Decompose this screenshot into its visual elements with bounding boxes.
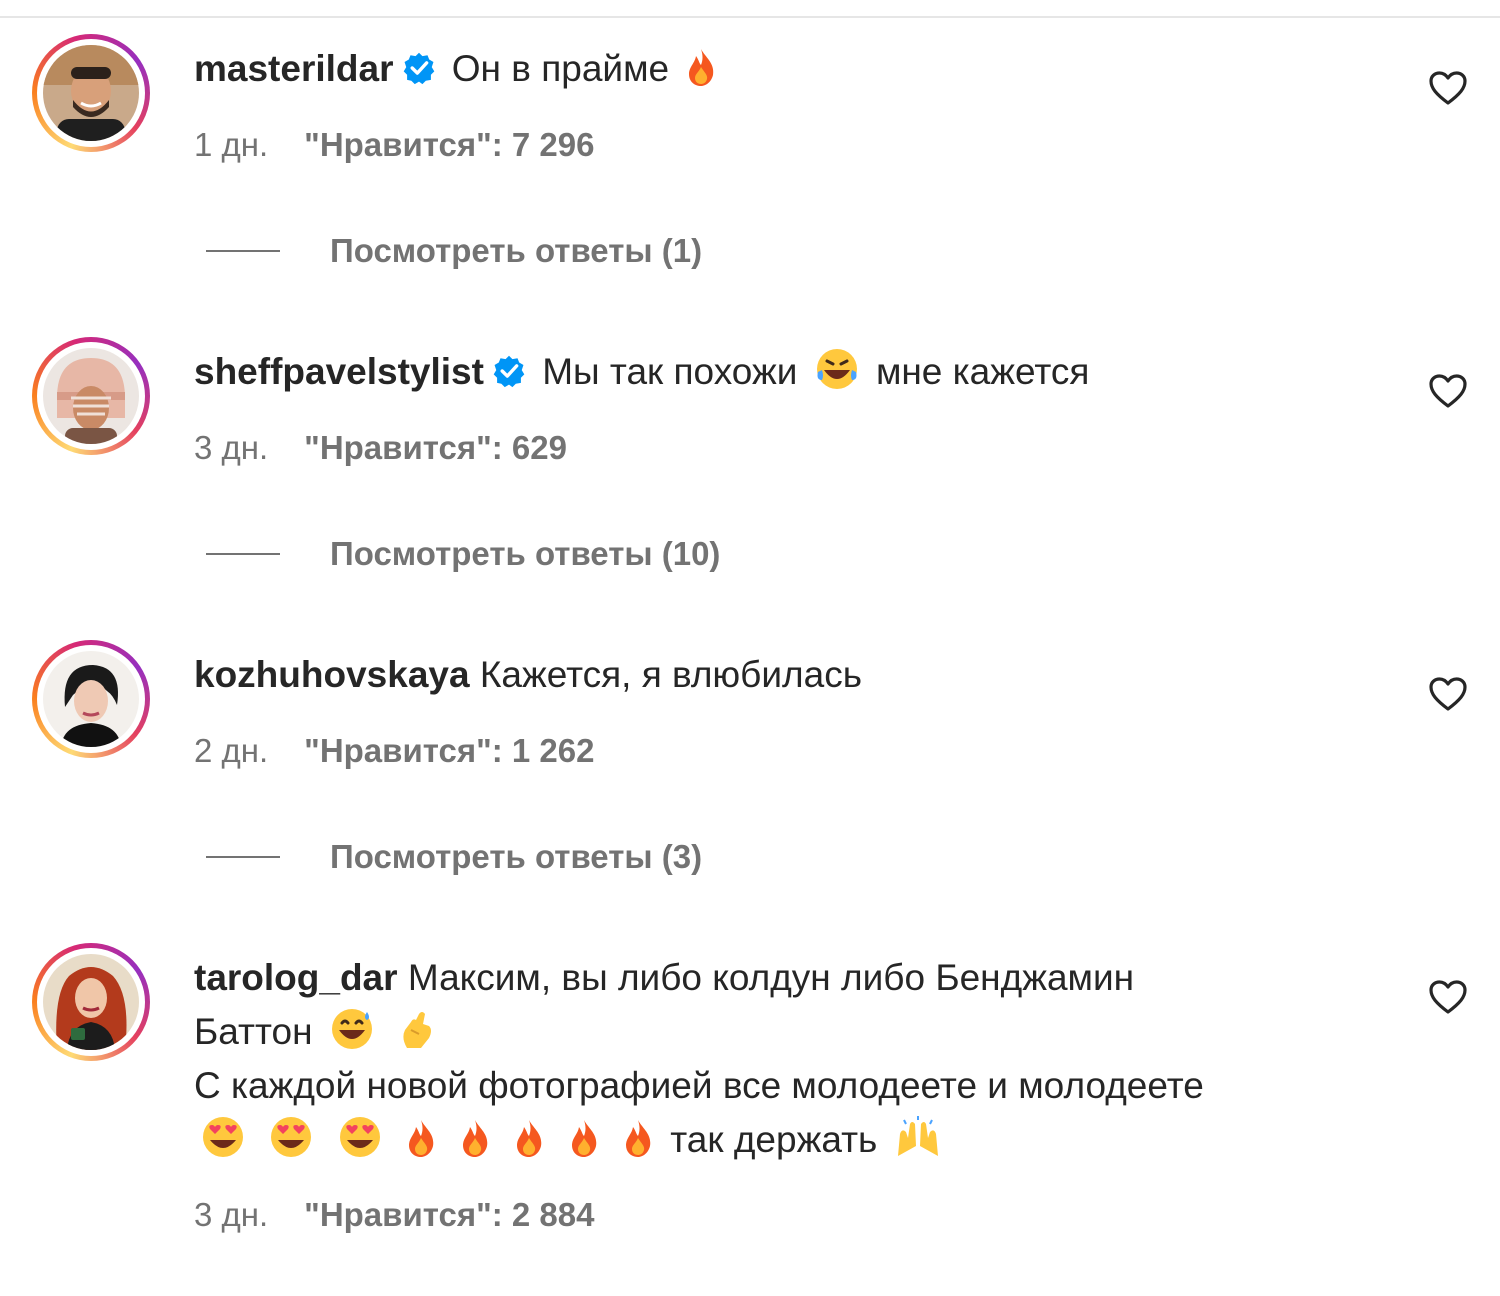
avatar-photo-icon	[43, 348, 139, 444]
comment-text: masterildar Он в прайме	[194, 42, 1374, 96]
comment-message-line-3: С каждой новой фотографией все молодеете…	[194, 1065, 1204, 1106]
comment-message-start: Мы так похожи	[542, 351, 798, 392]
comment-message-line-2: Баттон	[194, 1011, 313, 1052]
like-heart-icon[interactable]	[1428, 979, 1468, 1015]
view-replies-label: Посмотреть ответы (1)	[330, 232, 703, 269]
comment-text: sheffpavelstylist Мы так похожи мне каже…	[194, 345, 1374, 399]
view-replies-button[interactable]: Посмотреть ответы (10)	[206, 535, 720, 573]
likes-count[interactable]: "Нравится": 629	[304, 429, 567, 466]
avatar-photo-icon	[43, 651, 139, 747]
fire-emoji-icon	[689, 49, 714, 86]
comment-time[interactable]: 3 дн.	[194, 429, 268, 466]
likes-count[interactable]: "Нравится": 1 262	[304, 732, 594, 769]
fire-emoji-icon	[625, 1120, 651, 1157]
grinning-sweat-emoji-icon	[331, 1009, 372, 1049]
heart-eyes-emoji-icon	[339, 1117, 380, 1157]
avatar[interactable]	[32, 640, 150, 758]
comment-message-end: мне кажется	[875, 351, 1090, 392]
username[interactable]: masterildar	[194, 48, 394, 89]
like-heart-icon[interactable]	[1428, 373, 1468, 409]
raising-hands-emoji-icon	[897, 1116, 938, 1156]
replies-divider-line	[206, 553, 280, 555]
finger-heart-emoji-icon	[403, 1012, 432, 1048]
view-replies-label: Посмотреть ответы (3)	[330, 838, 703, 875]
replies-divider-line	[206, 250, 280, 252]
heart-eyes-emoji-icon	[203, 1117, 243, 1157]
comment-text: kozhuhovskaya Кажется, я влюбилась	[194, 648, 1374, 702]
fire-emoji-icon	[408, 1120, 434, 1157]
fire-emoji-icon	[463, 1120, 488, 1157]
avatar-photo-icon	[43, 954, 139, 1050]
comment-message-line-1: Максим, вы либо колдун либо Бенджамин	[407, 957, 1135, 998]
view-replies-button[interactable]: Посмотреть ответы (3)	[206, 838, 702, 876]
comment-meta: 3 дн. "Нравится": 629	[194, 429, 567, 467]
view-replies-button[interactable]: Посмотреть ответы (1)	[206, 232, 702, 270]
avatar[interactable]	[32, 943, 150, 1061]
comment-meta: 1 дн. "Нравится": 7 296	[194, 126, 594, 164]
comment-meta: 3 дн. "Нравится": 2 884	[194, 1196, 594, 1234]
comment-text: tarolog_dar Максим, вы либо колдун либо …	[194, 951, 1374, 1167]
laughing-tears-emoji-icon	[816, 349, 857, 389]
verified-badge-icon	[403, 52, 434, 85]
view-replies-label: Посмотреть ответы (10)	[330, 535, 721, 572]
comment-message-line-4: так держать	[670, 1119, 878, 1160]
comment-time[interactable]: 3 дн.	[194, 1196, 268, 1233]
fire-emoji-icon	[517, 1120, 542, 1157]
replies-divider-line	[206, 856, 280, 858]
username[interactable]: sheffpavelstylist	[194, 351, 484, 392]
avatar-photo-icon	[43, 45, 139, 141]
comment-message: Кажется, я влюбилась	[479, 654, 862, 695]
username[interactable]: kozhuhovskaya	[194, 654, 470, 695]
fire-emoji-icon	[571, 1120, 596, 1157]
heart-eyes-emoji-icon	[271, 1117, 312, 1157]
avatar[interactable]	[32, 337, 150, 455]
comment-time[interactable]: 2 дн.	[194, 732, 268, 769]
likes-count[interactable]: "Нравится": 2 884	[304, 1196, 594, 1233]
comment-message: Он в прайме	[451, 48, 670, 89]
like-heart-icon[interactable]	[1428, 676, 1468, 712]
likes-count[interactable]: "Нравится": 7 296	[304, 126, 594, 163]
like-heart-icon[interactable]	[1428, 70, 1468, 106]
avatar[interactable]	[32, 34, 150, 152]
comment-meta: 2 дн. "Нравится": 1 262	[194, 732, 594, 770]
verified-badge-icon	[493, 355, 525, 388]
top-divider	[0, 16, 1500, 18]
comment-time[interactable]: 1 дн.	[194, 126, 268, 163]
username[interactable]: tarolog_dar	[194, 957, 398, 998]
